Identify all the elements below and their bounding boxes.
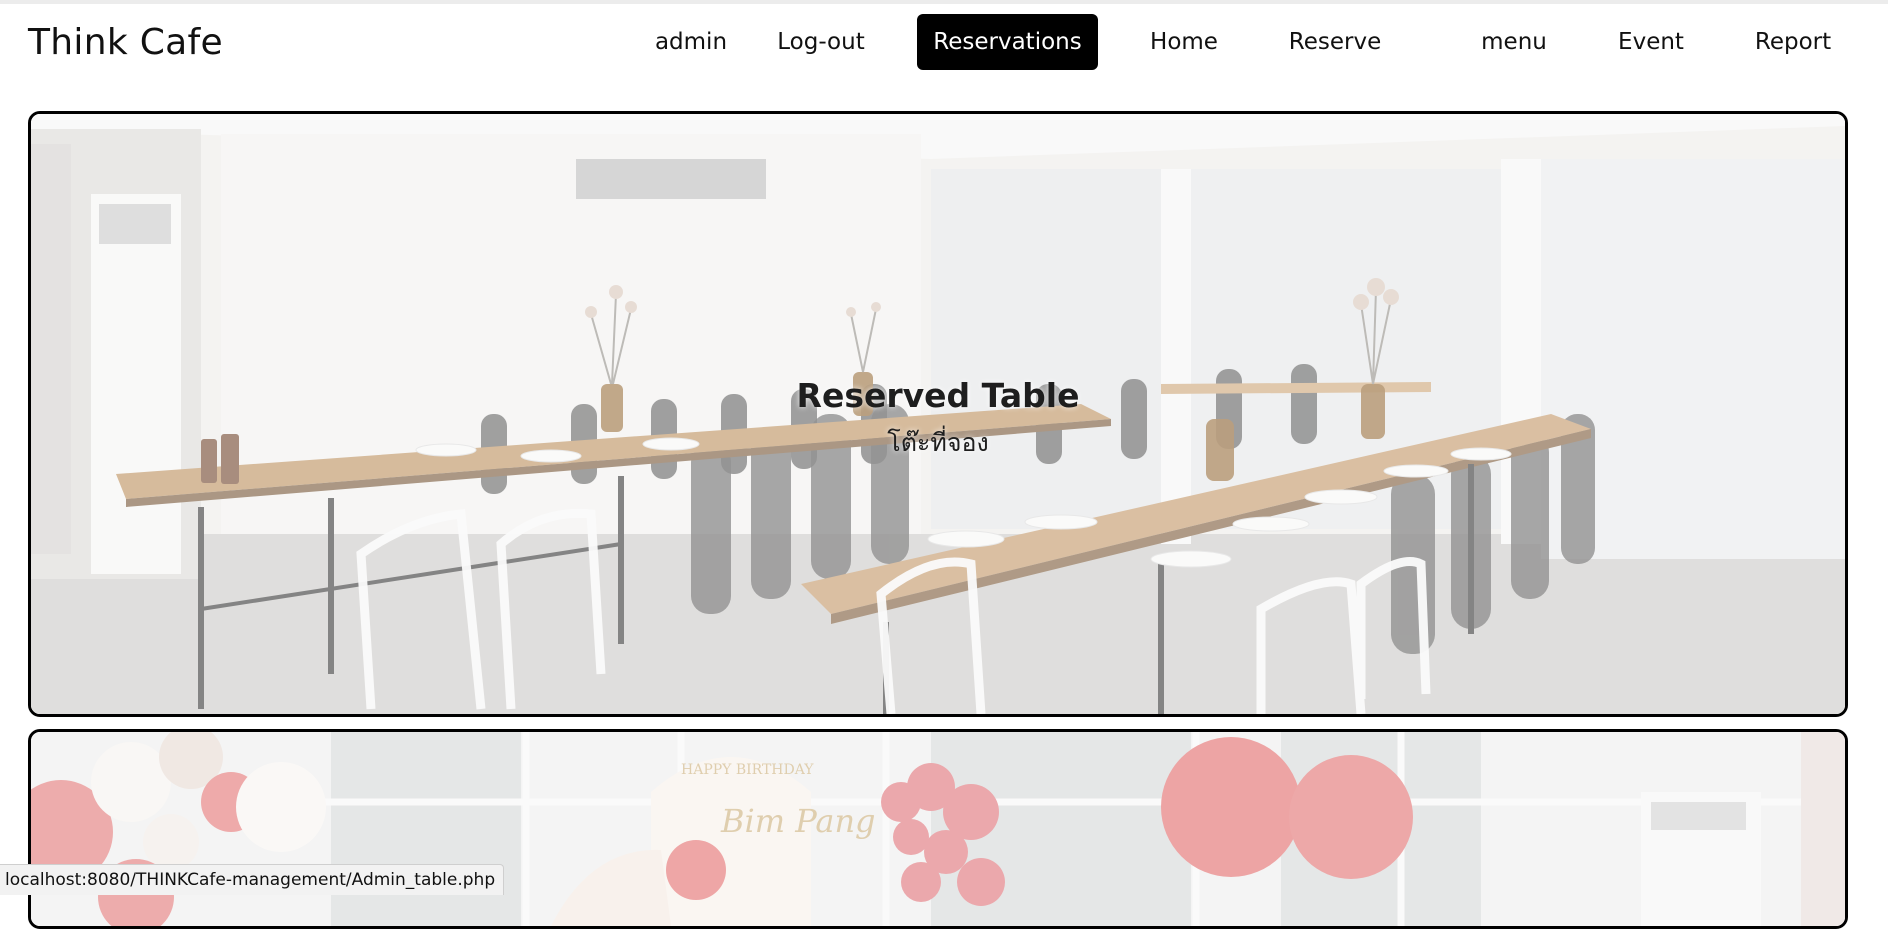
nav-home[interactable]: Home (1140, 14, 1228, 70)
reserved-table-card[interactable]: Reserved Table โต๊ะที่จอง (28, 111, 1848, 717)
event-card[interactable]: HAPPY BIRTHDAY Bim Pang (28, 729, 1848, 929)
nav-reservations[interactable]: Reservations (917, 14, 1098, 70)
nav-menu[interactable]: menu (1474, 14, 1554, 70)
card-title: Reserved Table (796, 376, 1080, 415)
navbar: Think Cafe admin Log-out Reservations Ho… (0, 4, 1888, 84)
brand-logo[interactable]: Think Cafe (28, 22, 223, 63)
photo-overlay (31, 732, 1845, 926)
card-subtitle: โต๊ะที่จอง (887, 428, 989, 457)
nav-event[interactable]: Event (1613, 14, 1689, 70)
nav-admin[interactable]: admin (640, 14, 742, 70)
nav-report[interactable]: Report (1752, 14, 1834, 70)
status-bar-url: localhost:8080/THINKCafe-management/Admi… (0, 864, 505, 895)
nav-reserve[interactable]: Reserve (1283, 14, 1387, 70)
nav-logout[interactable]: Log-out (766, 14, 876, 70)
